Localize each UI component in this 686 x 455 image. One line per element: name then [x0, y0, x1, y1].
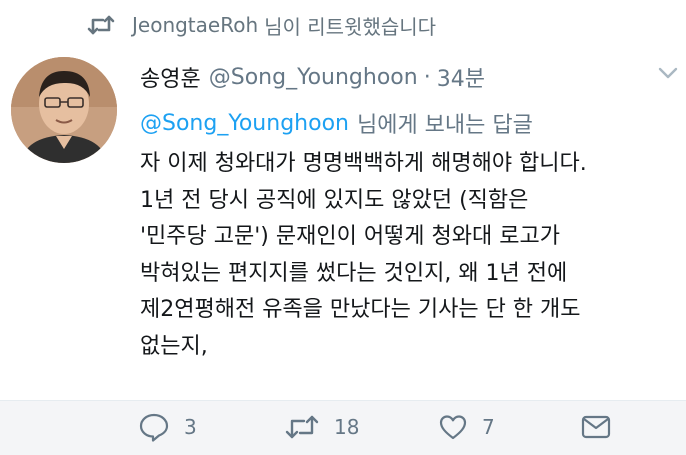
envelope-icon	[581, 415, 611, 439]
tweet-text-line: '민주당 고문') 문재인이 어떻게 청와대 로고가	[140, 224, 560, 249]
avatar[interactable]	[11, 57, 117, 163]
tweet-text: 자 이제 청와대가 명명백백하게 해명해야 합니다. 1년 전 당시 공직에 있…	[140, 146, 684, 365]
avatar-photo	[11, 57, 117, 163]
timestamp[interactable]: 34분	[437, 61, 485, 93]
tweet-text-line: 자 이제 청와대가 명명백백하게 해명해야 합니다.	[140, 151, 587, 176]
retweet-icon	[285, 415, 319, 439]
tweet-text-line: 제2연평해전 유족을 만났다는 기사는 단 한 개도	[140, 297, 581, 322]
separator: ·	[423, 64, 431, 90]
retweet-banner: JeongtaeRoh 님이 리트윗했습니다	[86, 10, 436, 40]
reply-context: @Song_Younghoon 님에게 보내는 답글	[140, 106, 533, 140]
tweet-card[interactable]: JeongtaeRoh 님이 리트윗했습니다 송영훈 @Song_Youngho…	[0, 0, 686, 455]
tweet-text-line: 1년 전 당시 공직에 있지도 않았던 (직함은	[140, 187, 529, 213]
chevron-down-icon[interactable]	[658, 66, 678, 80]
user-handle[interactable]: @Song_Younghoon	[209, 65, 418, 90]
tweet-text-line: 박혀있는 편지지를 썼다는 것인지, 왜 1년 전에	[140, 260, 568, 286]
tweet-header: 송영훈 @Song_Younghoon · 34분	[140, 60, 485, 94]
direct-message-button[interactable]	[580, 411, 612, 443]
reply-context-text: 님에게 보내는 답글	[356, 113, 533, 138]
action-bar: 3 18 7	[0, 400, 686, 455]
reply-count: 3	[184, 415, 197, 439]
tweet-text-line: 없는지,	[140, 333, 208, 359]
heart-icon	[439, 415, 467, 440]
reply-icon	[139, 413, 169, 442]
retweet-banner-text: 님이 리트윗했습니다	[264, 14, 437, 39]
retweet-button[interactable]: 18	[284, 411, 359, 443]
retweet-count: 18	[334, 415, 360, 439]
retweet-icon	[87, 15, 115, 35]
like-count: 7	[482, 415, 495, 439]
retweeter-name[interactable]: JeongtaeRoh	[132, 13, 258, 37]
reply-mention-link[interactable]: @Song_Younghoon	[140, 111, 349, 136]
display-name[interactable]: 송영훈	[140, 61, 201, 93]
like-button[interactable]: 7	[438, 411, 495, 443]
reply-button[interactable]: 3	[138, 411, 197, 443]
